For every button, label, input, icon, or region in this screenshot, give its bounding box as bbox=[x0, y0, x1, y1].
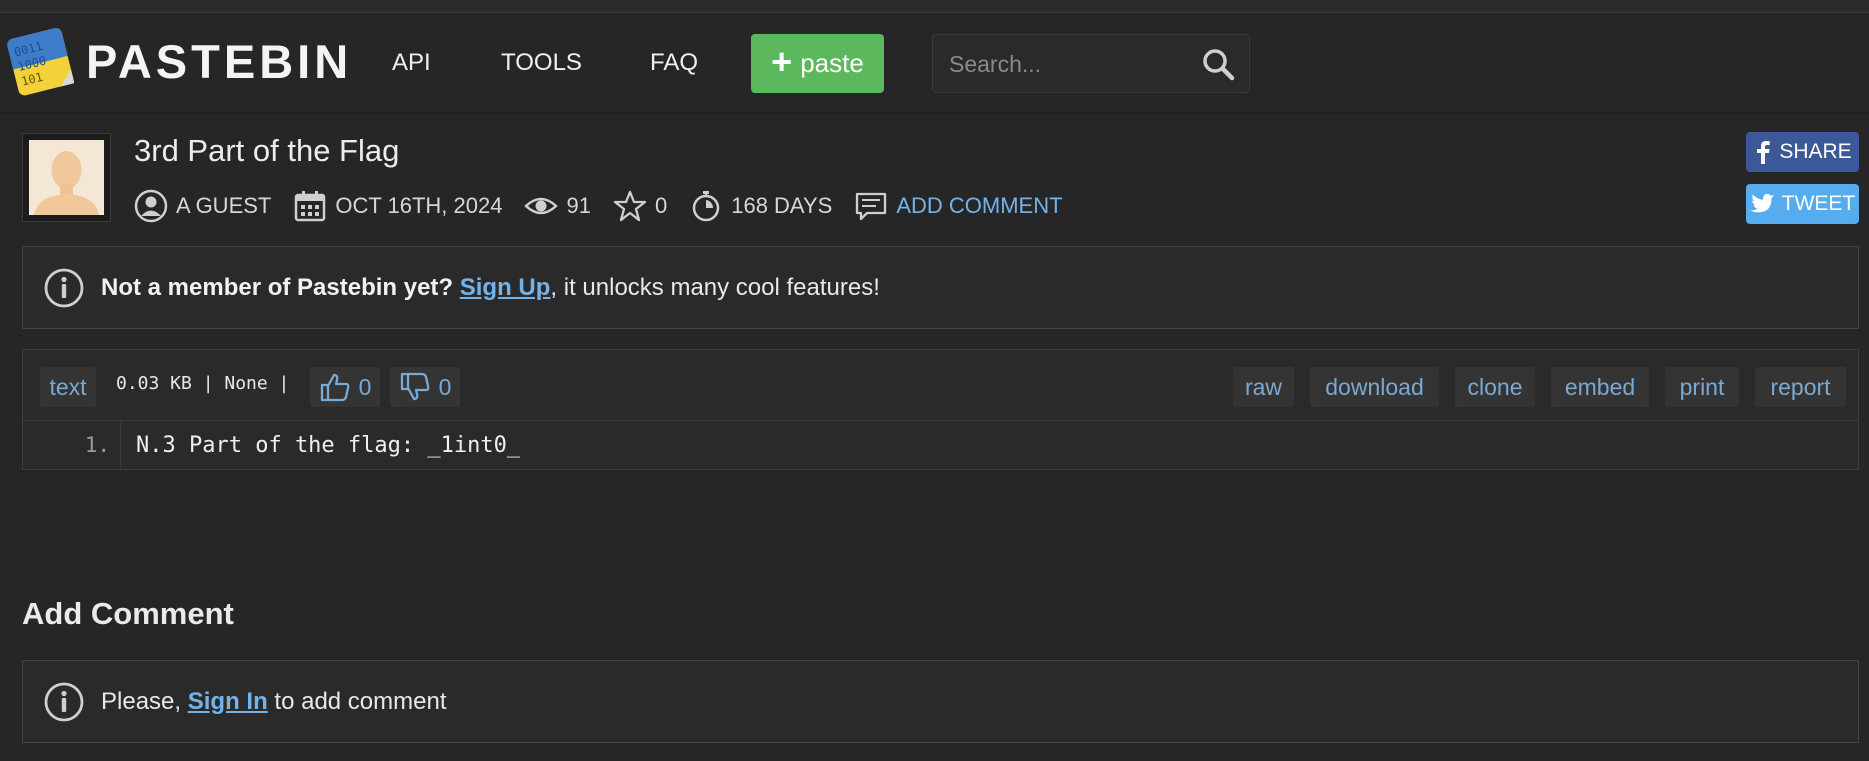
sign-in-suffix: to add comment bbox=[274, 687, 447, 715]
add-comment-link[interactable]: ADD COMMENT bbox=[896, 193, 1062, 219]
raw-button[interactable]: raw bbox=[1233, 367, 1294, 407]
sign-in-link[interactable]: Sign In bbox=[188, 688, 268, 716]
search-input[interactable] bbox=[947, 48, 1191, 80]
like-button[interactable]: 0 bbox=[310, 367, 380, 407]
nav-tools[interactable]: TOOLS bbox=[501, 49, 582, 77]
search-icon[interactable] bbox=[1201, 47, 1235, 81]
facebook-share-button[interactable]: SHARE bbox=[1746, 132, 1859, 172]
calendar-icon bbox=[295, 191, 326, 222]
sign-in-prefix: Please, bbox=[101, 687, 182, 715]
plus-icon: + bbox=[771, 41, 793, 82]
guest-avatar-icon bbox=[29, 140, 104, 215]
sign-up-link[interactable]: Sign Up bbox=[460, 274, 551, 302]
view-count: 91 bbox=[566, 193, 591, 218]
twitter-icon bbox=[1750, 194, 1775, 213]
paste-meta: A GUEST OCT 16TH, 2024 91 0 168 DAYS ADD… bbox=[134, 189, 1085, 223]
user-icon bbox=[134, 189, 168, 223]
download-button[interactable]: download bbox=[1310, 367, 1439, 407]
code-body: 1. N.3 Part of the flag: _1int0_ bbox=[23, 421, 1858, 470]
pastebin-logo-icon: 0011 1000 101 bbox=[7, 28, 74, 96]
clone-button[interactable]: clone bbox=[1455, 367, 1535, 407]
twitter-tweet-button[interactable]: TWEET bbox=[1746, 184, 1859, 224]
search-box bbox=[932, 34, 1250, 93]
embed-button[interactable]: embed bbox=[1551, 367, 1649, 407]
logo-text: PASTEBIN bbox=[86, 34, 353, 88]
nav-api[interactable]: API bbox=[392, 49, 431, 77]
report-button[interactable]: report bbox=[1755, 367, 1846, 407]
code-line: N.3 Part of the flag: _1int0_ bbox=[136, 433, 521, 458]
tweet-label: TWEET bbox=[1781, 192, 1856, 215]
member-notice-question: Not a member of Pastebin yet? bbox=[101, 273, 454, 301]
avatar bbox=[22, 133, 111, 222]
sign-in-notice: Please, Sign In to add comment bbox=[22, 660, 1859, 743]
new-paste-label: paste bbox=[800, 48, 864, 78]
paste-content: text 0.03 KB | None | 0 0 raw download c… bbox=[22, 349, 1859, 470]
logo[interactable]: 0011 1000 101 PASTEBIN bbox=[4, 23, 352, 99]
paste-title: 3rd Part of the Flag bbox=[134, 133, 400, 168]
nav-faq[interactable]: FAQ bbox=[650, 49, 698, 77]
author-name[interactable]: A GUEST bbox=[176, 193, 271, 219]
dislike-count: 0 bbox=[438, 373, 452, 400]
eye-icon bbox=[524, 197, 559, 215]
print-button[interactable]: print bbox=[1665, 367, 1739, 407]
stopwatch-icon bbox=[692, 191, 720, 222]
dislike-button[interactable]: 0 bbox=[390, 367, 460, 407]
star-count: 0 bbox=[654, 193, 668, 218]
info-icon bbox=[44, 268, 84, 307]
top-bar bbox=[0, 0, 1869, 13]
share-label: SHARE bbox=[1779, 140, 1852, 163]
comment-icon bbox=[856, 192, 887, 221]
paste-date: OCT 16TH, 2024 bbox=[335, 193, 503, 218]
facebook-icon bbox=[1757, 141, 1771, 164]
like-count: 0 bbox=[358, 373, 372, 400]
syntax-tag[interactable]: text bbox=[40, 367, 96, 407]
paste-size-info: 0.03 KB | None | bbox=[116, 373, 290, 394]
member-notice-text: , it unlocks many cool features! bbox=[550, 273, 880, 301]
thumbs-down-icon bbox=[400, 372, 429, 401]
member-notice: Not a member of Pastebin yet? Sign Up , … bbox=[22, 246, 1859, 329]
paste-toolbar: text 0.03 KB | None | 0 0 raw download c… bbox=[23, 350, 1858, 421]
add-comment-heading: Add Comment bbox=[22, 596, 234, 631]
site-header: 0011 1000 101 PASTEBIN API TOOLS FAQ + p… bbox=[0, 13, 1869, 113]
line-gutter: 1. bbox=[23, 421, 121, 470]
line-number: 1. bbox=[84, 433, 110, 457]
thumbs-up-icon bbox=[320, 373, 349, 402]
info-icon bbox=[44, 682, 84, 721]
expiration: 168 DAYS bbox=[731, 193, 833, 218]
star-icon[interactable] bbox=[613, 189, 647, 223]
new-paste-button[interactable]: + paste bbox=[751, 34, 884, 93]
